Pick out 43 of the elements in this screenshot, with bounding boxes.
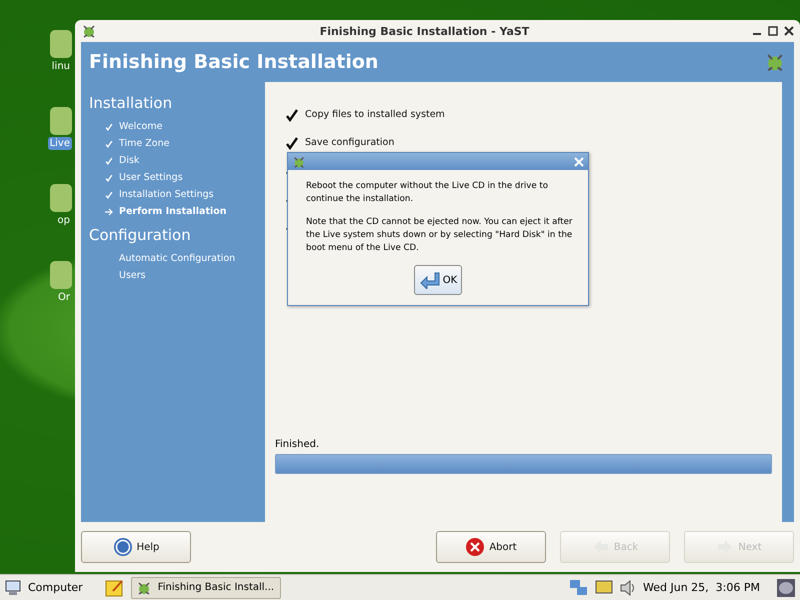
- desktop-icon-label: op: [56, 214, 71, 227]
- sidebar-item: Time Zone: [89, 135, 265, 152]
- desktop-icon-label: Live: [48, 137, 72, 150]
- gecko-icon: [136, 580, 152, 596]
- close-icon[interactable]: [784, 26, 794, 36]
- dialog-message: Reboot the computer without the Live CD in the drive to continue the installation.: [306, 180, 549, 206]
- notepad-icon[interactable]: [104, 578, 125, 598]
- section-title: Installation: [89, 94, 174, 112]
- desktop-icon-label: linu: [50, 60, 71, 73]
- section-title: Configuration: [89, 226, 192, 244]
- stop-icon: [465, 537, 486, 557]
- return-arrow-icon: [418, 271, 441, 289]
- network-icon[interactable]: [569, 578, 590, 597]
- dialog-message: Note that the CD cannot be ejected now. You can eject it after the Live system shuts down or by selecting "Hard Disk" in the boot menu of the Live CD.: [306, 216, 574, 255]
- window-title: Finishing Basic Installation - YaST: [318, 24, 530, 38]
- gecko-icon: [81, 23, 97, 39]
- sidebar-item: Automatic Configuration: [118, 252, 236, 266]
- help-icon: [112, 537, 133, 557]
- sidebar-item: Perform Installation: [89, 203, 265, 220]
- page-heading: Finishing Basic Installation: [89, 51, 378, 73]
- arrow-icon: [105, 208, 113, 216]
- desktop-icon[interactable]: [50, 107, 72, 135]
- sidebar-item: Users: [118, 269, 147, 283]
- progress-label: Finished.: [275, 439, 320, 450]
- help-button[interactable]: Help: [81, 531, 191, 563]
- sidebar-item: Installation Settings: [89, 186, 265, 203]
- computer-menu[interactable]: Computer: [28, 581, 83, 594]
- desktop-icon-label: Or: [57, 291, 71, 304]
- maximize-icon[interactable]: [768, 26, 778, 36]
- workspace-icon[interactable]: [776, 578, 796, 598]
- ok-button[interactable]: OK: [414, 265, 462, 295]
- abort-button[interactable]: Abort: [436, 531, 546, 563]
- step-label: Copy files to installed system: [305, 109, 445, 120]
- gecko-icon: [292, 154, 306, 168]
- clock[interactable]: Wed Jun 25, 3:06 PM: [643, 581, 760, 594]
- desktop-icon[interactable]: [50, 184, 72, 212]
- sidebar-item: User Settings: [89, 169, 265, 186]
- sidebar-item: Welcome: [89, 118, 265, 135]
- taskbar-window-button[interactable]: Finishing Basic Install...: [130, 576, 281, 599]
- sidebar-item: Disk: [89, 152, 265, 169]
- computer-icon[interactable]: [4, 580, 22, 596]
- desktop-icon[interactable]: [50, 30, 72, 58]
- step-label: Save configuration: [305, 137, 394, 148]
